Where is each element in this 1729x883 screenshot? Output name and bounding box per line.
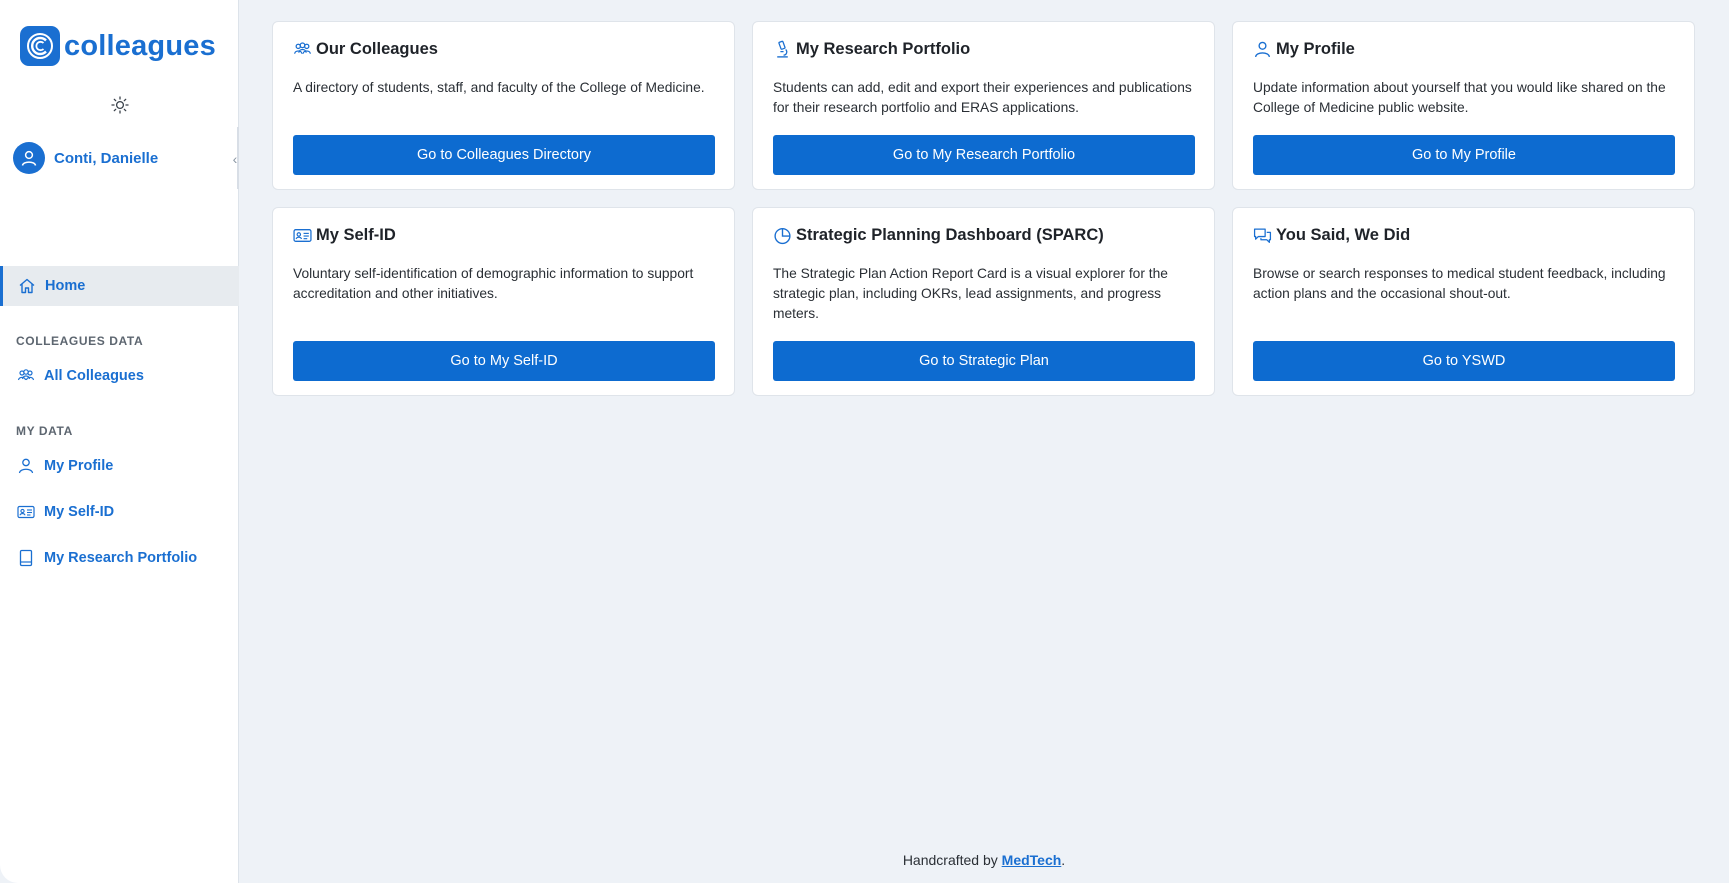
sidebar-resize-handle[interactable] [237,127,239,189]
card-description: Students can add, edit and export their … [773,80,1192,115]
card-description: Voluntary self-identification of demogra… [293,266,694,301]
go-to-strategic-plan-button[interactable]: Go to Strategic Plan [773,341,1195,381]
card-header: You Said, We Did [1253,226,1410,245]
go-to-my-research-portfolio-button[interactable]: Go to My Research Portfolio [773,135,1195,175]
footer-prefix: Handcrafted by [902,852,1002,868]
section-label-colleagues-data: COLLEAGUES DATA [16,334,144,348]
sidebar-item-label: My Profile [44,458,114,474]
card-strategic-planning-dashboard: Strategic Planning Dashboard (SPARC) The… [752,207,1215,396]
card-title: Our Colleagues [316,40,438,58]
home-icon [18,277,36,295]
chat-icon [1253,226,1272,245]
person-icon [17,457,35,475]
card-description: The Strategic Plan Action Report Card is… [773,266,1168,321]
card-header: Strategic Planning Dashboard (SPARC) [773,226,1104,245]
collapse-sidebar-chevron-icon[interactable]: ‹ [229,149,241,169]
sidebar-item-label: All Colleagues [44,368,144,384]
card-you-said-we-did: You Said, We Did Browse or search respon… [1232,207,1695,396]
card-title: My Profile [1276,40,1355,58]
card-header: My Profile [1253,40,1355,59]
sidebar-item-my-profile[interactable]: My Profile [0,446,239,486]
card-title: My Self-ID [316,226,396,244]
sidebar: colleagues Conti, Danielle ‹ Home COLLEA… [0,0,239,883]
sidebar-item-label: My Research Portfolio [44,550,198,566]
card-title: Strategic Planning Dashboard (SPARC) [796,226,1104,244]
card-my-profile: My Profile Update information about your… [1232,21,1695,190]
sidebar-item-my-research-portfolio[interactable]: My Research Portfolio [0,538,239,578]
card-description: A directory of students, staff, and facu… [293,80,705,95]
microscope-icon [773,40,792,59]
card-our-colleagues: Our Colleagues A directory of students, … [272,21,735,190]
card-title: My Research Portfolio [796,40,971,58]
card-header: My Research Portfolio [773,40,970,59]
theme-toggle-sun-icon[interactable] [109,94,131,116]
people-icon [293,40,312,59]
card-description: Browse or search responses to medical st… [1253,266,1666,301]
app-frame: colleagues Conti, Danielle ‹ Home COLLEA… [0,0,1729,883]
footer: Handcrafted by MedTech. [239,852,1729,868]
go-to-my-self-id-button[interactable]: Go to My Self-ID [293,341,715,381]
sidebar-item-label: Home [45,278,86,294]
user-name: Conti, Danielle [54,149,159,167]
go-to-colleagues-directory-button[interactable]: Go to Colleagues Directory [293,135,715,175]
book-icon [17,549,35,567]
people-icon [17,367,35,385]
go-to-my-profile-button[interactable]: Go to My Profile [1253,135,1675,175]
avatar [13,142,45,174]
card-my-self-id: My Self-ID Voluntary self-identification… [272,207,735,396]
id-card-icon [17,503,35,521]
card-header: Our Colleagues [293,40,438,59]
sidebar-item-all-colleagues[interactable]: All Colleagues [0,356,239,396]
sidebar-item-my-self-id[interactable]: My Self-ID [0,492,239,532]
go-to-yswd-button[interactable]: Go to YSWD [1253,341,1675,381]
logo-text: colleagues [64,29,216,62]
section-label-my-data: MY DATA [16,424,73,438]
card-description: Update information about yourself that y… [1253,80,1666,115]
footer-suffix: . [1061,852,1066,868]
person-icon [1253,40,1272,59]
sidebar-item-label: My Self-ID [44,504,115,520]
pie-chart-icon [773,226,792,245]
sidebar-item-home[interactable]: Home [0,266,239,306]
id-card-icon [293,226,312,245]
card-title: You Said, We Did [1276,226,1411,244]
app-logo[interactable]: colleagues [20,26,216,66]
user-icon [21,150,37,166]
medtech-link[interactable]: MedTech [1002,852,1062,868]
logo-mark-icon [20,26,60,66]
card-my-research-portfolio: My Research Portfolio Students can add, … [752,21,1215,190]
card-header: My Self-ID [293,226,396,245]
user-menu[interactable]: Conti, Danielle ‹ [13,141,239,175]
